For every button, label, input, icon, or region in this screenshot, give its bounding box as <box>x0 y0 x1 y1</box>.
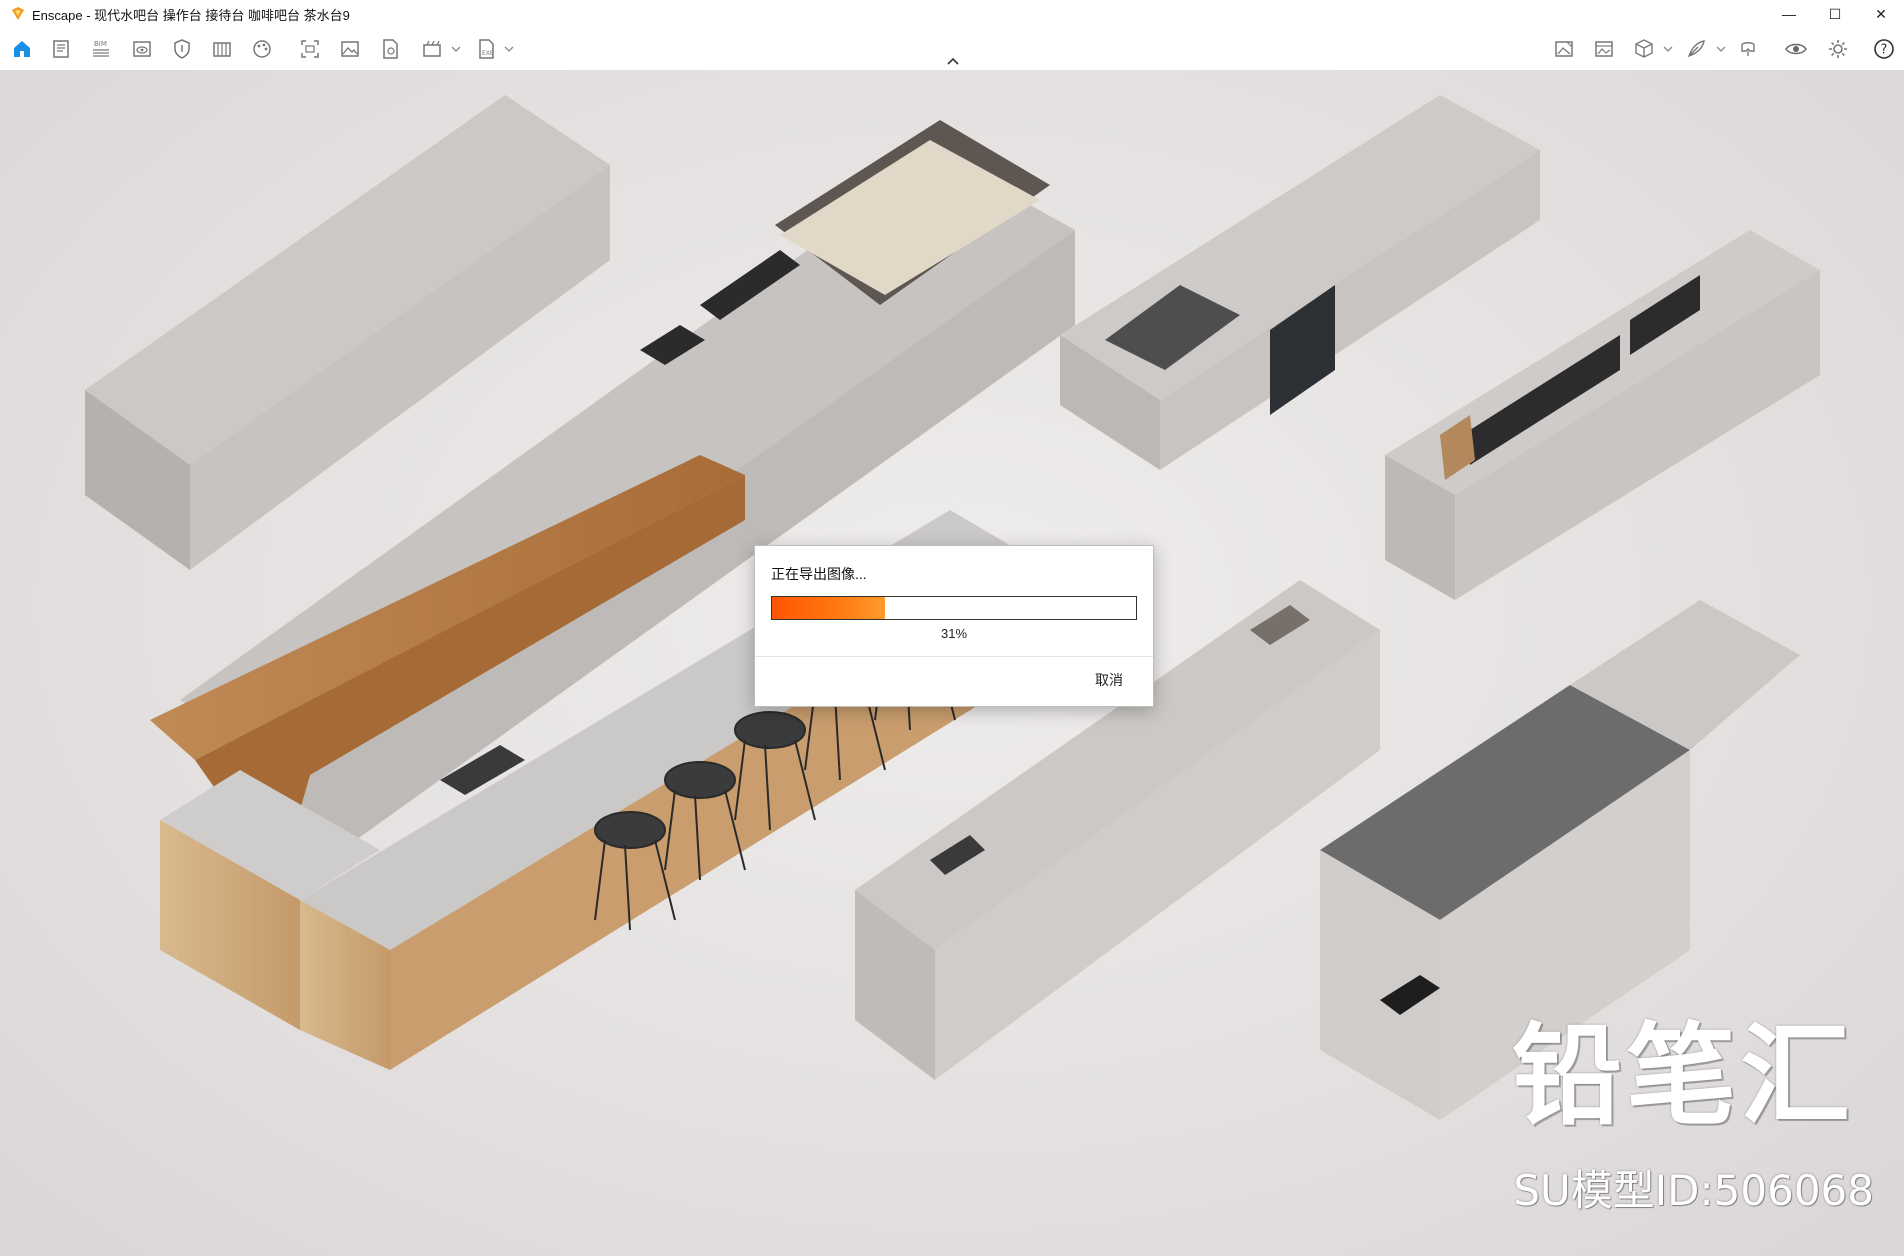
window-title: Enscape - 现代水吧台 操作台 接待台 咖啡吧台 茶水台9 <box>32 7 350 23</box>
export-progress-dialog: 正在导出图像... 31% 取消 <box>754 545 1154 707</box>
help-icon: ? <box>1874 39 1894 59</box>
notes-button[interactable] <box>47 35 75 63</box>
feather-icon <box>1687 40 1705 58</box>
materials-button[interactable] <box>248 35 276 63</box>
render-icon <box>423 40 441 57</box>
image-icon <box>341 41 359 57</box>
image-button[interactable] <box>336 35 364 63</box>
watermark-brand: 铅笔汇 <box>1512 1012 1854 1140</box>
collapse-toolbar-chevron-icon[interactable] <box>946 56 960 66</box>
progress-percent-label: 31% <box>940 626 968 641</box>
gallery-button[interactable] <box>1550 35 1578 63</box>
enscape-logo-icon <box>12 7 24 20</box>
bim-button[interactable]: BIM <box>87 35 115 63</box>
exe-export-icon: EXE <box>479 39 494 59</box>
photo-icon <box>1595 41 1613 57</box>
vr-button[interactable] <box>1734 35 1762 63</box>
exe-dropdown-icon[interactable] <box>504 45 514 53</box>
shield-button[interactable] <box>168 35 196 63</box>
dialog-title: 正在导出图像... <box>771 566 867 582</box>
notes-icon <box>53 40 69 58</box>
svg-text:BIM: BIM <box>94 40 107 48</box>
feather-dropdown-icon[interactable] <box>1716 45 1726 53</box>
bim-icon: BIM <box>93 40 109 57</box>
close-button[interactable]: ✕ <box>1858 0 1904 28</box>
view-button[interactable] <box>128 35 156 63</box>
render-button[interactable] <box>418 35 446 63</box>
document-button[interactable] <box>376 35 404 63</box>
screenshot-button[interactable] <box>296 35 324 63</box>
screenshot-icon <box>301 40 319 58</box>
cancel-button[interactable]: 取消 <box>1095 670 1123 690</box>
cube-button[interactable] <box>1630 35 1658 63</box>
document-icon <box>383 39 398 59</box>
home-button[interactable] <box>8 35 36 63</box>
home-icon <box>14 41 30 57</box>
minimize-button[interactable]: — <box>1766 0 1812 28</box>
view-icon <box>133 41 151 57</box>
cube-icon <box>1635 39 1653 58</box>
progress-bar-fill <box>772 597 885 619</box>
palette-icon <box>253 40 271 58</box>
cube-dropdown-icon[interactable] <box>1663 45 1673 53</box>
settings-icon <box>1829 40 1847 58</box>
render-dropdown-icon[interactable] <box>451 45 461 53</box>
visibility-icon <box>1785 43 1807 55</box>
shield-icon <box>174 39 190 59</box>
title-bar: Enscape - 现代水吧台 操作台 接待台 咖啡吧台 茶水台9 — ☐ ✕ <box>0 0 1904 28</box>
photo-button[interactable] <box>1590 35 1618 63</box>
book-icon <box>213 42 231 57</box>
feather-button[interactable] <box>1682 35 1710 63</box>
library-button[interactable] <box>208 35 236 63</box>
svg-text:?: ? <box>1881 43 1888 58</box>
dialog-divider <box>755 656 1153 657</box>
vr-headset-icon <box>1741 42 1755 56</box>
image-gallery-icon <box>1555 41 1573 57</box>
settings-button[interactable] <box>1824 35 1852 63</box>
maximize-button[interactable]: ☐ <box>1812 0 1858 28</box>
window-controls: — ☐ ✕ <box>1766 0 1904 28</box>
svg-text:EXE: EXE <box>482 50 494 57</box>
counter-menu <box>1385 230 1820 600</box>
exe-export-button[interactable]: EXE <box>472 35 500 63</box>
progress-bar <box>771 596 1137 620</box>
help-button[interactable]: ? <box>1870 35 1898 63</box>
visibility-button[interactable] <box>1782 35 1810 63</box>
watermark-model-id: SU模型ID:506068 <box>1513 1166 1874 1215</box>
